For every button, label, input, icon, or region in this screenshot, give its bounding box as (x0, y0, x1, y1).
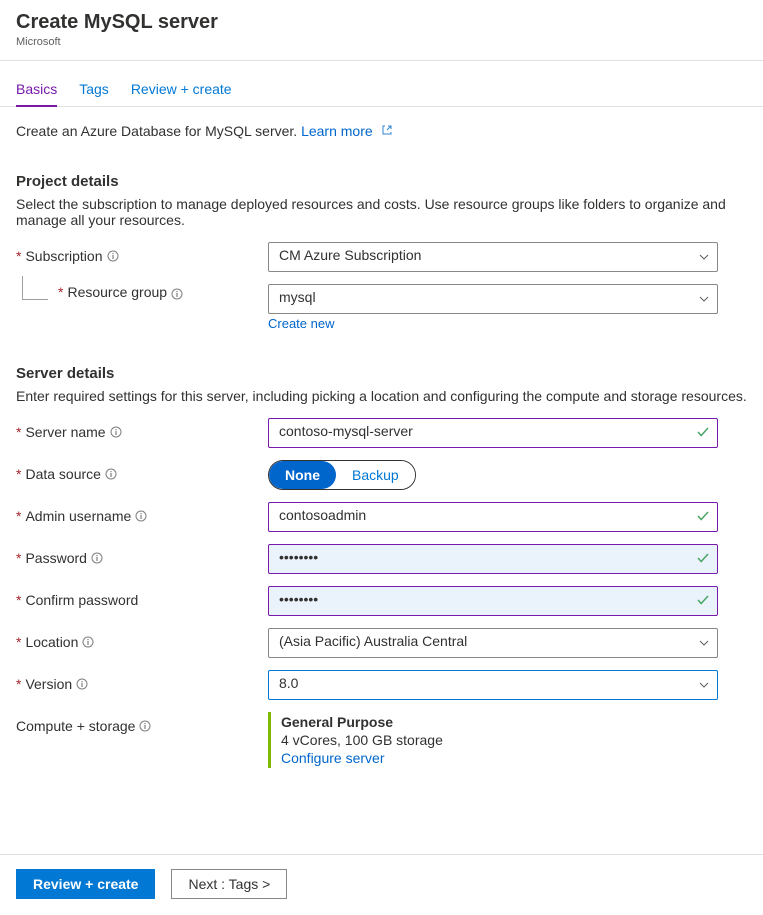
control-data-source: None Backup (268, 460, 718, 490)
control-admin-username: contosoadmin (268, 502, 718, 532)
location-select[interactable]: (Asia Pacific) Australia Central (268, 628, 718, 658)
info-icon[interactable] (82, 636, 94, 648)
row-server-name: * Server name contoso-mysql-server (16, 418, 747, 448)
compute-tier: General Purpose (281, 714, 708, 730)
label-version: * Version (16, 670, 268, 692)
required-marker: * (16, 424, 21, 440)
row-location: * Location (Asia Pacific) Australia Cent… (16, 628, 747, 658)
resource-group-select[interactable]: mysql (268, 284, 718, 314)
required-marker: * (16, 508, 21, 524)
review-create-button[interactable]: Review + create (16, 869, 155, 899)
tab-bar: Basics Tags Review + create (0, 61, 763, 107)
label-server-name: * Server name (16, 418, 268, 440)
section-heading-server-details: Server details (16, 365, 747, 382)
required-marker: * (16, 634, 21, 650)
section-heading-project-details: Project details (16, 173, 747, 190)
info-icon[interactable] (135, 510, 147, 522)
label-confirm-password: * Confirm password (16, 586, 268, 608)
info-icon[interactable] (110, 426, 122, 438)
label-location: * Location (16, 628, 268, 650)
intro-sentence: Create an Azure Database for MySQL serve… (16, 123, 301, 139)
admin-username-input[interactable]: contosoadmin (268, 502, 718, 532)
required-marker: * (16, 248, 21, 264)
section-desc-project-details: Select the subscription to manage deploy… (16, 196, 747, 228)
control-resource-group: mysql Create new (268, 284, 718, 331)
main-content: Create an Azure Database for MySQL serve… (0, 107, 763, 854)
required-marker: * (58, 284, 63, 300)
section-desc-server-details: Enter required settings for this server,… (16, 388, 747, 404)
required-marker: * (16, 550, 21, 566)
info-icon[interactable] (171, 288, 183, 300)
required-marker: * (16, 466, 21, 482)
label-compute-storage: Compute + storage (16, 712, 268, 734)
page-title: Create MySQL server (16, 10, 747, 34)
row-compute-storage: Compute + storage General Purpose 4 vCor… (16, 712, 747, 768)
control-location: (Asia Pacific) Australia Central (268, 628, 718, 658)
label-password: * Password (16, 544, 268, 566)
tab-basics[interactable]: Basics (16, 75, 57, 107)
data-source-none-button[interactable]: None (269, 461, 336, 489)
next-tags-button[interactable]: Next : Tags > (171, 869, 287, 899)
page-header: Create MySQL server Microsoft (0, 0, 763, 56)
row-admin-username: * Admin username contosoadmin (16, 502, 747, 532)
row-confirm-password: * Confirm password •••••••• (16, 586, 747, 616)
learn-more-link[interactable]: Learn more (301, 123, 392, 139)
info-icon[interactable] (91, 552, 103, 564)
tab-review-create[interactable]: Review + create (131, 75, 232, 107)
required-marker: * (16, 676, 21, 692)
control-version: 8.0 (268, 670, 718, 700)
label-resource-group: * Resource group (16, 284, 268, 300)
compute-details: 4 vCores, 100 GB storage (281, 732, 708, 748)
info-icon[interactable] (139, 720, 151, 732)
label-subscription: * Subscription (16, 242, 268, 264)
password-input[interactable]: •••••••• (268, 544, 718, 574)
required-marker: * (16, 592, 21, 608)
row-version: * Version 8.0 (16, 670, 747, 700)
external-link-icon (381, 124, 393, 136)
check-icon (696, 509, 710, 526)
row-subscription: * Subscription CM Azure Subscription (16, 242, 747, 272)
check-icon (696, 551, 710, 568)
tree-connector (22, 276, 48, 300)
info-icon[interactable] (107, 250, 119, 262)
server-name-input[interactable]: contoso-mysql-server (268, 418, 718, 448)
control-password: •••••••• (268, 544, 718, 574)
check-icon (696, 593, 710, 610)
confirm-password-input[interactable]: •••••••• (268, 586, 718, 616)
create-new-resource-group-link[interactable]: Create new (268, 316, 334, 331)
data-source-toggle: None Backup (268, 460, 416, 490)
info-icon[interactable] (76, 678, 88, 690)
control-subscription: CM Azure Subscription (268, 242, 718, 272)
configure-server-link[interactable]: Configure server (281, 750, 385, 766)
label-admin-username: * Admin username (16, 502, 268, 524)
footer-bar: Review + create Next : Tags > (0, 854, 763, 915)
info-icon[interactable] (105, 468, 117, 480)
control-server-name: contoso-mysql-server (268, 418, 718, 448)
check-icon (696, 425, 710, 442)
intro-text: Create an Azure Database for MySQL serve… (16, 107, 747, 139)
row-resource-group: * Resource group mysql Create new (16, 284, 747, 331)
control-compute-storage: General Purpose 4 vCores, 100 GB storage… (268, 712, 718, 768)
compute-summary: General Purpose 4 vCores, 100 GB storage… (268, 712, 718, 768)
publisher-name: Microsoft (16, 36, 747, 48)
data-source-backup-button[interactable]: Backup (336, 461, 415, 489)
label-data-source: * Data source (16, 460, 268, 482)
row-password: * Password •••••••• (16, 544, 747, 574)
tab-tags[interactable]: Tags (79, 75, 109, 107)
version-select[interactable]: 8.0 (268, 670, 718, 700)
row-data-source: * Data source None Backup (16, 460, 747, 490)
subscription-select[interactable]: CM Azure Subscription (268, 242, 718, 272)
control-confirm-password: •••••••• (268, 586, 718, 616)
